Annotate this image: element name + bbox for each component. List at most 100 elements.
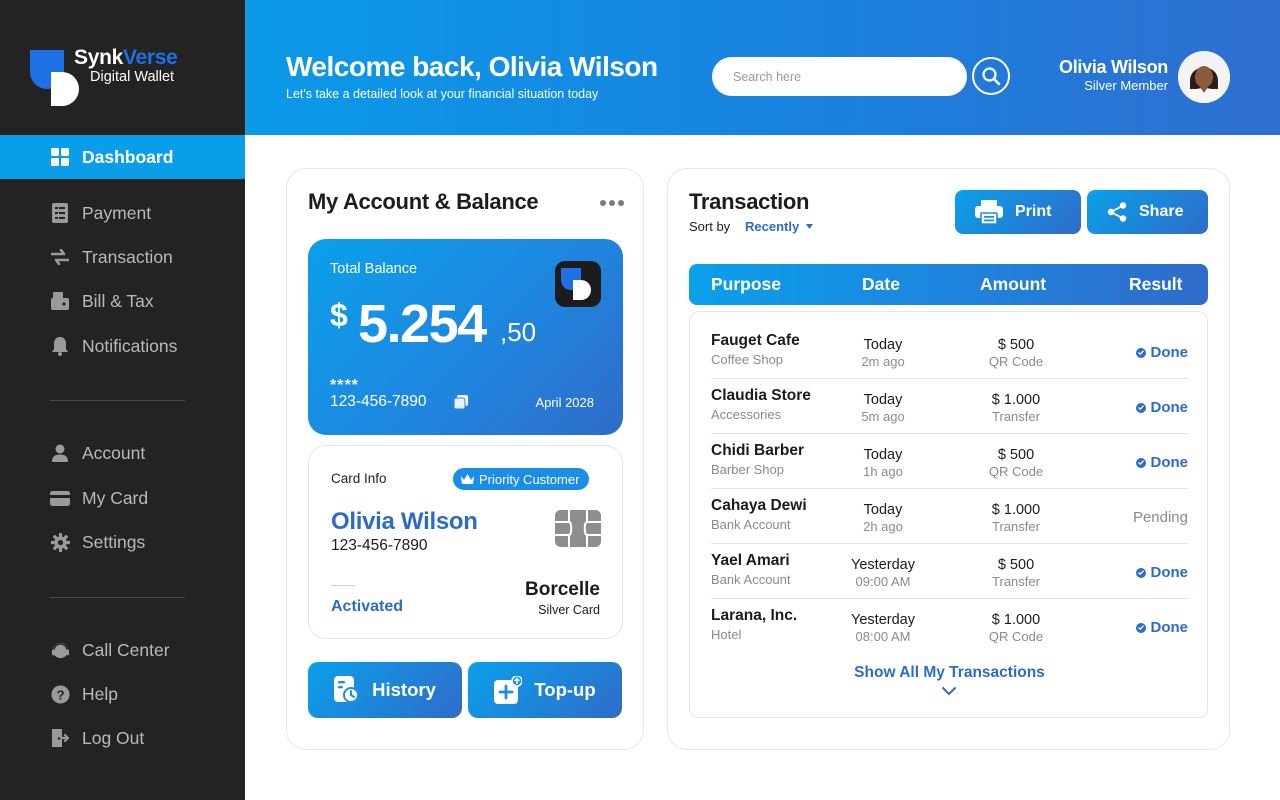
sort-label: Sort by xyxy=(689,219,731,234)
sidebar-item-help[interactable]: ? Help xyxy=(0,672,245,716)
row-method: QR Code xyxy=(988,464,1044,479)
sidebar-item-bill-tax[interactable]: Bill & Tax xyxy=(0,279,245,323)
row-purpose: Yael Amari xyxy=(711,552,790,569)
row-amount: $ 1.000 xyxy=(991,392,1041,408)
brand-logo[interactable]: SynkVerse Digital Wallet xyxy=(30,46,230,108)
row-time: 1h ago xyxy=(863,464,903,479)
row-result: Done xyxy=(1135,564,1189,581)
share-button-label: Share xyxy=(1139,203,1184,220)
user-role: Silver Member xyxy=(1084,78,1168,93)
sidebar-item-label: Settings xyxy=(82,531,146,552)
table-row[interactable]: Fauget Cafe Coffee Shop Today 2m ago $ 5… xyxy=(711,324,1188,379)
table-row[interactable]: Claudia Store Accessories Today 5m ago $… xyxy=(711,379,1188,434)
row-amount: $ 500 xyxy=(997,337,1035,353)
row-method: QR Code xyxy=(988,629,1044,644)
row-purpose: Fauget Cafe xyxy=(711,332,800,349)
history-button[interactable]: History xyxy=(308,662,462,718)
row-time: 2h ago xyxy=(863,519,903,534)
column-header-purpose[interactable]: Purpose xyxy=(711,274,781,295)
sort-dropdown[interactable]: Recently xyxy=(745,219,814,234)
brand-name: SynkVerse xyxy=(74,46,178,69)
show-all-transactions-link[interactable]: Show All My Transactions xyxy=(690,664,1209,682)
user-name: Olivia Wilson xyxy=(1059,57,1168,77)
panel-title: My Account & Balance xyxy=(308,189,539,214)
check-circle-icon xyxy=(1135,622,1146,633)
row-method: Transfer xyxy=(992,574,1040,589)
share-button[interactable]: Share xyxy=(1087,190,1208,234)
balance-amount: 5.254 xyxy=(358,294,487,354)
row-result: Done xyxy=(1135,619,1189,636)
sidebar-item-transaction[interactable]: Transaction xyxy=(0,235,245,279)
sidebar-item-label: Notifications xyxy=(82,335,178,356)
priority-badge: Priority Customer xyxy=(453,468,590,490)
table-row[interactable]: Larana, Inc. Hotel Yesterday 08:00 AM $ … xyxy=(711,599,1188,654)
history-icon xyxy=(334,676,360,703)
more-options-icon[interactable] xyxy=(600,197,624,209)
sidebar-item-label: Transaction xyxy=(82,246,173,267)
print-button[interactable]: Print xyxy=(955,190,1081,234)
search-input[interactable] xyxy=(712,57,967,96)
column-header-amount[interactable]: Amount xyxy=(980,274,1046,295)
sidebar-item-label: Help xyxy=(82,683,118,704)
card-info-box: Card Info Priority Customer Olivia Wilso… xyxy=(308,445,623,639)
topup-button[interactable]: Top-up xyxy=(468,662,622,718)
row-amount: $ 1.000 xyxy=(991,502,1041,518)
check-circle-icon xyxy=(1135,457,1146,468)
row-result-label: Done xyxy=(1150,619,1189,636)
row-result-label: Done xyxy=(1150,564,1189,581)
sidebar-item-label: Dashboard xyxy=(82,146,174,167)
balance-card[interactable]: Total Balance $ 5.254 ,50 **** 123-456-7… xyxy=(308,239,623,435)
printer-icon xyxy=(975,200,1003,224)
sidebar-item-account[interactable]: Account xyxy=(0,431,245,475)
row-category: Coffee Shop xyxy=(711,352,784,367)
priority-badge-label: Priority Customer xyxy=(479,471,580,487)
sidebar-item-label: Bill & Tax xyxy=(82,290,154,311)
sidebar-item-my-card[interactable]: My Card xyxy=(0,476,245,520)
search-button[interactable] xyxy=(972,57,1010,95)
sidebar-item-payment[interactable]: Payment xyxy=(0,191,245,235)
account-balance-panel: My Account & Balance Total Balance $ 5.2… xyxy=(286,168,644,750)
card-chip-icon xyxy=(555,510,601,547)
sidebar-item-label: Account xyxy=(82,442,146,463)
row-purpose: Cahaya Dewi xyxy=(711,497,807,514)
row-date: Yesterday xyxy=(851,557,915,573)
check-circle-icon xyxy=(1135,567,1146,578)
sidebar-item-call-center[interactable]: Call Center xyxy=(0,628,245,672)
row-amount: $ 1.000 xyxy=(991,612,1041,628)
row-result: Done xyxy=(1135,344,1188,361)
sidebar-item-dashboard[interactable]: Dashboard xyxy=(0,135,245,179)
share-icon xyxy=(1107,202,1127,222)
table-row[interactable]: Cahaya Dewi Bank Account Today 2h ago $ … xyxy=(711,489,1188,544)
column-header-date[interactable]: Date xyxy=(862,274,900,295)
transaction-table: Fauget Cafe Coffee Shop Today 2m ago $ 5… xyxy=(689,311,1208,718)
svg-text:?: ? xyxy=(56,687,64,702)
topup-icon xyxy=(494,676,523,704)
sidebar-divider xyxy=(50,597,185,598)
row-date: Yesterday xyxy=(851,612,915,628)
history-button-label: History xyxy=(372,679,436,700)
copy-icon[interactable] xyxy=(453,395,468,410)
divider xyxy=(331,585,355,586)
sidebar-item-settings[interactable]: Settings xyxy=(0,520,245,564)
logout-icon xyxy=(50,728,70,748)
row-purpose: Chidi Barber xyxy=(711,442,805,459)
sidebar-item-log-out[interactable]: Log Out xyxy=(0,716,245,760)
row-category: Hotel xyxy=(711,627,742,642)
chevron-down-icon[interactable] xyxy=(942,686,956,696)
avatar[interactable] xyxy=(1178,51,1230,103)
sidebar-item-label: Log Out xyxy=(82,727,145,748)
sidebar-item-notifications[interactable]: Notifications xyxy=(0,324,245,368)
table-row[interactable]: Chidi Barber Barber Shop Today 1h ago $ … xyxy=(711,434,1188,489)
transaction-panel: Transaction Sort by Recently Print Share… xyxy=(667,168,1230,750)
row-date: Today xyxy=(863,392,903,408)
row-time: 08:00 AM xyxy=(855,629,911,644)
row-time: 2m ago xyxy=(861,354,905,369)
column-header-result[interactable]: Result xyxy=(1129,274,1182,295)
row-result-label: Done xyxy=(1150,454,1189,471)
sidebar-divider xyxy=(50,400,185,401)
topup-button-label: Top-up xyxy=(534,679,596,700)
table-row[interactable]: Yael Amari Bank Account Yesterday 09:00 … xyxy=(711,544,1188,599)
row-result-label: Pending xyxy=(1132,509,1188,526)
balance-cents: ,50 xyxy=(500,317,537,347)
search-icon xyxy=(982,67,1001,86)
